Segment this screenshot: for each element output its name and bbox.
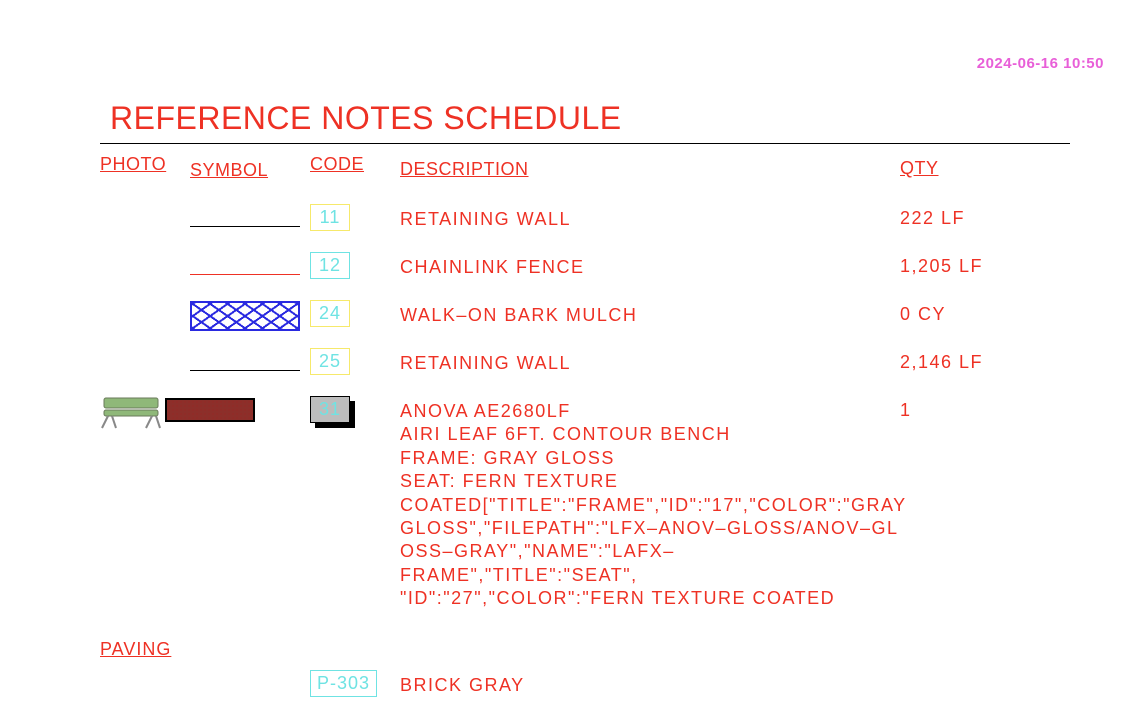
timestamp: 2024-06-16 10:50 [977, 55, 1104, 72]
cell-description: BRICK GRAY [400, 670, 900, 697]
header-code: CODE [310, 154, 400, 175]
section-header-paving: PAVING [100, 639, 1070, 660]
symbol-hatch-icon [190, 301, 300, 331]
schedule-sheet: REFERENCE NOTES SCHEDULE PHOTO SYMBOL CO… [100, 100, 1070, 718]
code-box: 24 [310, 300, 350, 327]
table-row: 12 CHAINLINK FENCE 1,205 LF [100, 252, 1070, 294]
code-box: P-303 [310, 670, 377, 697]
cell-qty: 0 CY [900, 300, 1060, 325]
code-box: 31 [310, 396, 350, 423]
table-header: PHOTO SYMBOL CODE DESCRIPTION QTY [100, 154, 1070, 186]
cell-qty: 222 LF [900, 204, 1060, 229]
header-description: DESCRIPTION [400, 154, 900, 181]
cell-qty: 1 [900, 396, 1060, 421]
table-row: 24 WALK–ON BARK MULCH 0 CY [100, 300, 1070, 342]
header-qty: QTY [900, 154, 1060, 179]
header-photo: PHOTO [100, 154, 190, 175]
table-row: 11 RETAINING WALL 222 LF [100, 204, 1070, 246]
symbol-black-line-icon [190, 370, 300, 371]
cell-description: RETAINING WALL [400, 348, 900, 375]
cell-description: WALK–ON BARK MULCH [400, 300, 900, 327]
table-row: 25 RETAINING WALL 2,146 LF [100, 348, 1070, 390]
code-box: 25 [310, 348, 350, 375]
page-title: REFERENCE NOTES SCHEDULE [110, 100, 1070, 137]
cell-qty: 1,205 LF [900, 252, 1060, 277]
cell-qty [900, 670, 1060, 674]
symbol-black-line-icon [190, 226, 300, 227]
table-row: P-303 BRICK GRAY [100, 670, 1070, 712]
cell-description: CHAINLINK FENCE [400, 252, 900, 279]
cell-qty: 2,146 LF [900, 348, 1060, 373]
code-box: 11 [310, 204, 350, 231]
code-box: 12 [310, 252, 350, 279]
bench-photo-icon [98, 392, 166, 432]
cell-description: RETAINING WALL [400, 204, 900, 231]
table-row: 31 ANOVA AE2680LF AIRI LEAF 6FT. CONTOUR… [100, 396, 1070, 611]
symbol-red-line-icon [190, 274, 300, 275]
symbol-solid-rect-icon [165, 398, 255, 422]
header-symbol: SYMBOL [190, 154, 310, 186]
title-rule [100, 143, 1070, 144]
cell-description: ANOVA AE2680LF AIRI LEAF 6FT. CONTOUR BE… [400, 396, 900, 611]
